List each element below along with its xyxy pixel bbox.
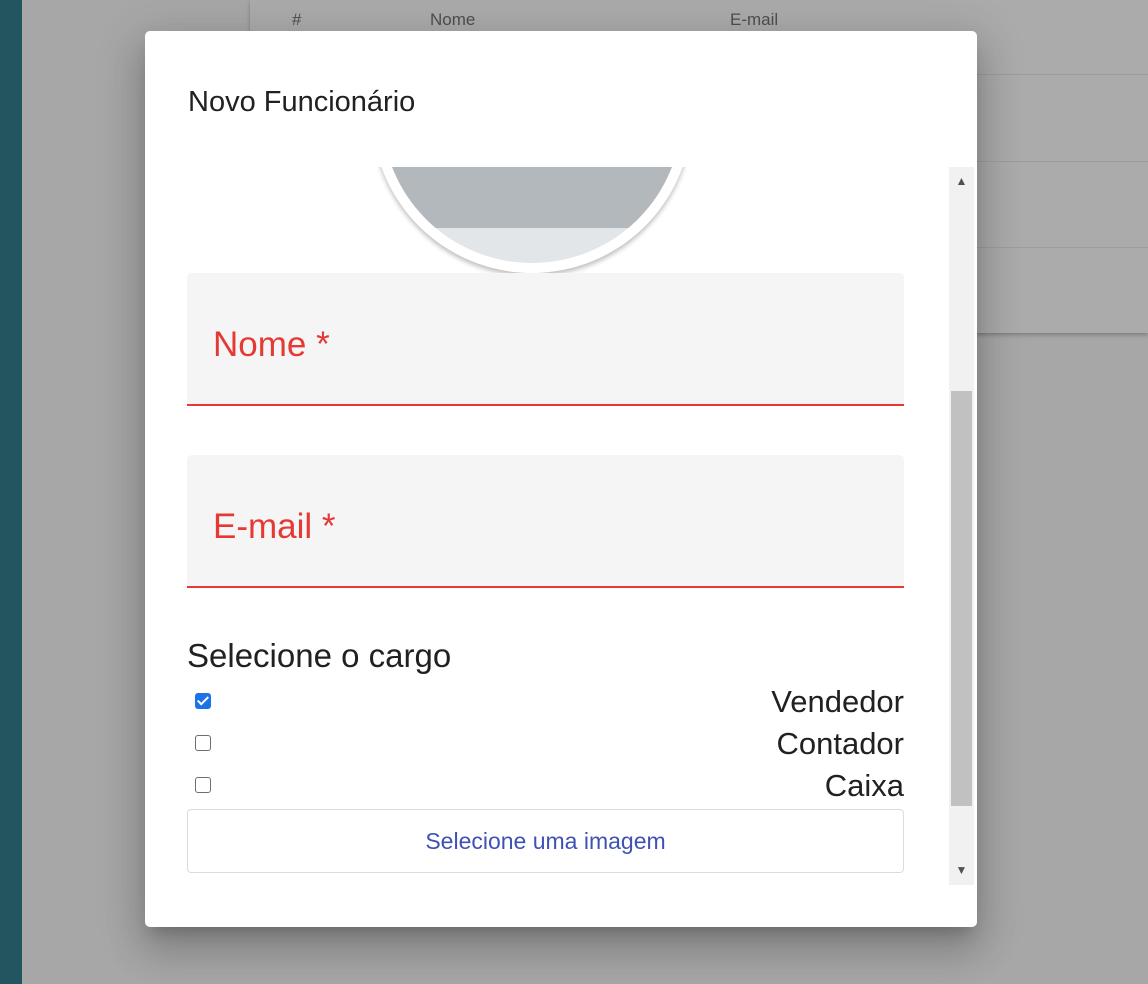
role-select-label: Selecione o cargo xyxy=(187,637,452,674)
email-field-label: E-mail * xyxy=(213,507,336,546)
avatar-preview xyxy=(372,167,692,273)
email-input[interactable] xyxy=(213,549,888,579)
nome-input[interactable] xyxy=(213,367,888,397)
nome-field[interactable]: Nome * xyxy=(187,273,904,406)
scroll-down-arrow-icon[interactable]: ▼ xyxy=(949,858,974,883)
vendedor-checkbox[interactable] xyxy=(195,693,211,709)
role-option-caixa[interactable]: Caixa xyxy=(187,766,904,806)
new-employee-dialog: Novo Funcionário Nome * E-mail * Selecio… xyxy=(145,31,977,927)
table-header-nome: Nome xyxy=(430,10,476,29)
scroll-thumb[interactable] xyxy=(951,391,972,806)
table-header-index: # xyxy=(292,10,302,29)
avatar-placeholder-image xyxy=(382,167,682,263)
dialog-content: Nome * E-mail * Selecione o cargo Vended… xyxy=(145,167,977,885)
caixa-checkbox[interactable] xyxy=(195,777,211,793)
nome-field-label: Nome * xyxy=(213,325,330,364)
contador-checkbox[interactable] xyxy=(195,735,211,751)
role-option-label: Vendedor xyxy=(771,684,904,719)
dialog-scrollbar[interactable]: ▲ ▼ xyxy=(949,167,974,885)
role-option-contador[interactable]: Contador xyxy=(187,724,904,764)
email-field[interactable]: E-mail * xyxy=(187,455,904,588)
scroll-up-arrow-icon[interactable]: ▲ xyxy=(949,169,974,194)
table-header-email: E-mail xyxy=(730,10,779,29)
select-image-button[interactable]: Selecione uma imagem xyxy=(187,809,904,873)
role-option-label: Caixa xyxy=(824,768,904,803)
role-option-vendedor[interactable]: Vendedor xyxy=(187,682,904,722)
role-option-label: Contador xyxy=(776,726,904,761)
dialog-title: Novo Funcionário xyxy=(188,86,416,118)
